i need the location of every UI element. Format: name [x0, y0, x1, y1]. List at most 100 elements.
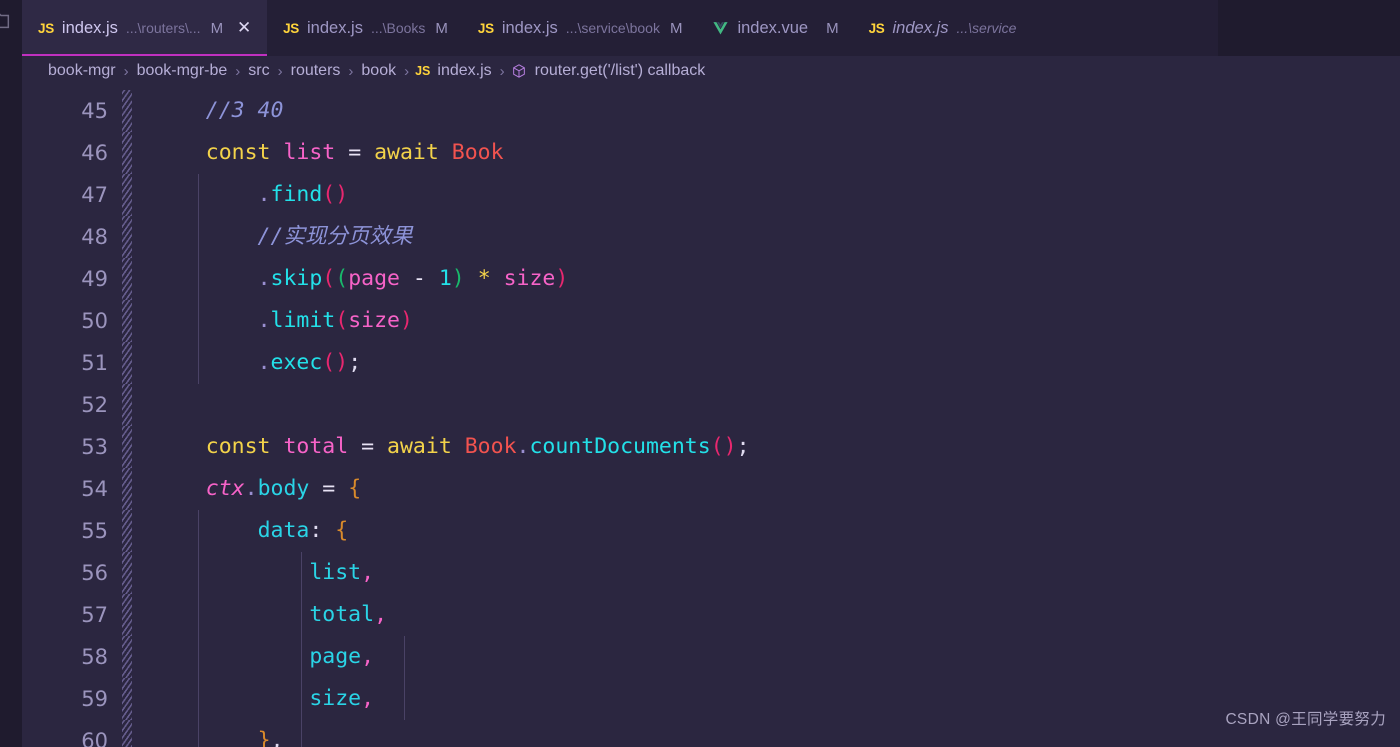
- breadcrumb-item-book[interactable]: book: [359, 62, 398, 80]
- line-number: 45: [81, 99, 108, 123]
- line-content[interactable]: const total = await Book.countDocuments(…: [132, 426, 1400, 468]
- code-line[interactable]: 46 const list = await Book: [22, 132, 1400, 174]
- breadcrumb[interactable]: book-mgr › book-mgr-be › src › routers ›…: [22, 56, 1400, 86]
- breadcrumb-separator: ›: [499, 62, 505, 80]
- line-content[interactable]: [132, 384, 1400, 426]
- fold-region-strip: [122, 510, 132, 552]
- line-number: 57: [81, 603, 108, 627]
- code-lines[interactable]: 45 //3 40 46 const list = await Book 47 …: [22, 86, 1400, 747]
- tab-dirty-indicator: M: [435, 19, 448, 37]
- breadcrumb-item-routers[interactable]: routers: [289, 62, 343, 80]
- vue-file-icon: [712, 20, 729, 37]
- editor-tab-5[interactable]: JS index.js ...\service: [852, 0, 1031, 56]
- fold-region-strip: [122, 216, 132, 258]
- line-number: 54: [81, 477, 108, 501]
- code-line[interactable]: 55 data: {: [22, 510, 1400, 552]
- tab-label: index.js: [892, 18, 949, 37]
- fold-region-strip: [122, 678, 132, 720]
- line-content[interactable]: data: {: [132, 510, 1400, 552]
- code-line[interactable]: 45 //3 40: [22, 90, 1400, 132]
- line-content[interactable]: ctx.body = {: [132, 468, 1400, 510]
- line-content[interactable]: .find(): [132, 174, 1400, 216]
- breadcrumb-gutter: [0, 56, 22, 86]
- tab-path: ...\routers\...: [125, 20, 201, 36]
- tab-label: index.vue: [737, 18, 809, 37]
- code-line[interactable]: 60 },: [22, 720, 1400, 747]
- fold-region-strip: [122, 90, 132, 132]
- indent-guide: [404, 636, 405, 678]
- code-line[interactable]: 58 page,: [22, 636, 1400, 678]
- breadcrumb-row: book-mgr › book-mgr-be › src › routers ›…: [0, 56, 1400, 86]
- code-line[interactable]: 50 .limit(size): [22, 300, 1400, 342]
- line-number: 53: [81, 435, 108, 459]
- editor-tab-bar[interactable]: JS index.js ...\routers\... M ✕ JS index…: [22, 0, 1400, 56]
- line-content[interactable]: size,: [132, 678, 1400, 720]
- breadcrumb-item-book-mgr[interactable]: book-mgr: [46, 62, 118, 80]
- line-content[interactable]: page,: [132, 636, 1400, 678]
- fold-region-strip: [122, 258, 132, 300]
- code-line[interactable]: 57 total,: [22, 594, 1400, 636]
- code-line[interactable]: 59 size,: [22, 678, 1400, 720]
- code-line[interactable]: 47 .find(): [22, 174, 1400, 216]
- line-number: 47: [81, 183, 108, 207]
- line-content[interactable]: .exec();: [132, 342, 1400, 384]
- indent-guide: [301, 720, 302, 747]
- breadcrumb-item-index-js[interactable]: index.js: [435, 62, 493, 80]
- breadcrumb-separator: ›: [348, 62, 354, 80]
- line-content[interactable]: },: [132, 720, 1400, 747]
- fold-region-strip: [122, 720, 132, 747]
- line-number: 59: [81, 687, 108, 711]
- fold-region-strip: [122, 132, 132, 174]
- breadcrumb-item-symbol[interactable]: router.get('/list') callback: [533, 62, 708, 80]
- line-number: 58: [81, 645, 108, 669]
- explorer-icon[interactable]: [0, 10, 12, 32]
- tab-path: ...\Books: [370, 20, 426, 36]
- line-content[interactable]: total,: [132, 594, 1400, 636]
- line-number: 60: [81, 729, 108, 747]
- line-content[interactable]: //实现分页效果: [132, 216, 1400, 258]
- code-line[interactable]: 53 const total = await Book.countDocumen…: [22, 426, 1400, 468]
- tab-dirty-indicator: M: [210, 19, 224, 37]
- code-line[interactable]: 49 .skip((page - 1) * size): [22, 258, 1400, 300]
- editor-row: 45 //3 40 46 const list = await Book 47 …: [0, 86, 1400, 747]
- code-line[interactable]: 56 list,: [22, 552, 1400, 594]
- symbol-function-icon: [511, 63, 532, 79]
- fold-region-strip: [122, 300, 132, 342]
- fold-region-strip: [122, 384, 132, 426]
- tab-path: ...\service\book: [565, 20, 660, 36]
- editor-left-gutter-sliver: [0, 86, 22, 747]
- breadcrumb-item-src[interactable]: src: [246, 62, 271, 80]
- line-content[interactable]: .skip((page - 1) * size): [132, 258, 1400, 300]
- line-content[interactable]: const list = await Book: [132, 132, 1400, 174]
- code-line[interactable]: 54 ctx.body = {: [22, 468, 1400, 510]
- code-line[interactable]: 52: [22, 384, 1400, 426]
- code-editor[interactable]: 45 //3 40 46 const list = await Book 47 …: [22, 86, 1400, 747]
- editor-tab-1[interactable]: JS index.js ...\routers\... M ✕: [22, 0, 268, 56]
- fold-region-strip: [122, 594, 132, 636]
- fold-region-strip: [122, 342, 132, 384]
- editor-tab-3[interactable]: JS index.js ...\service\book M: [461, 0, 697, 56]
- line-content[interactable]: //3 40: [132, 90, 1400, 132]
- code-line[interactable]: 48 //实现分页效果: [22, 216, 1400, 258]
- line-number: 48: [81, 225, 108, 249]
- fold-region-strip: [122, 426, 132, 468]
- tab-label: index.js: [501, 18, 558, 37]
- editor-tab-2[interactable]: JS index.js ...\Books M: [267, 0, 462, 56]
- line-content[interactable]: list,: [132, 552, 1400, 594]
- activity-bar[interactable]: 5: [0, 0, 22, 56]
- code-line[interactable]: 51 .exec();: [22, 342, 1400, 384]
- js-file-icon: JS: [283, 20, 299, 36]
- breadcrumb-separator: ›: [123, 62, 129, 80]
- js-file-icon: JS: [415, 64, 431, 78]
- close-icon[interactable]: ✕: [235, 19, 253, 37]
- editor-tab-4[interactable]: index.vue M: [696, 0, 853, 56]
- vscode-window: 5 JS index.js ...\routers\... M: [0, 0, 1400, 747]
- fold-region-strip: [122, 468, 132, 510]
- js-file-icon: JS: [477, 20, 494, 36]
- breadcrumb-separator: ›: [277, 62, 283, 80]
- line-number: 52: [81, 393, 108, 417]
- breadcrumb-item-book-mgr-be[interactable]: book-mgr-be: [135, 62, 230, 80]
- indent-guide: [404, 678, 405, 720]
- line-content[interactable]: .limit(size): [132, 300, 1400, 342]
- js-file-icon: JS: [868, 20, 885, 36]
